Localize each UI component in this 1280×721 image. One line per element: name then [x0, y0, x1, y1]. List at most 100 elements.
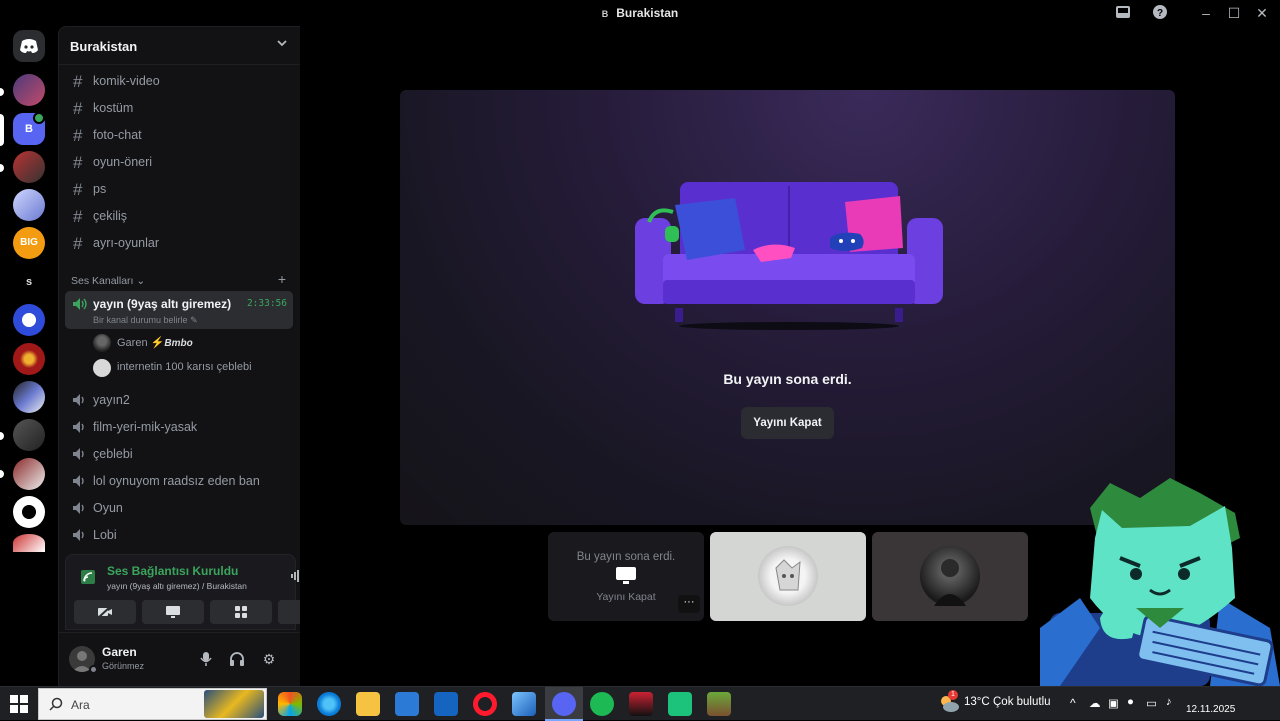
hashtag-icon: # — [73, 153, 83, 172]
opera-icon[interactable] — [473, 692, 497, 716]
channel-label: oyun-öneri — [93, 155, 153, 169]
server-icon[interactable] — [13, 419, 45, 451]
voice-channel-lobi[interactable]: Lobi — [65, 523, 293, 547]
network-icon[interactable]: ▭ — [1146, 696, 1157, 710]
server-icon[interactable] — [13, 74, 45, 106]
screen-share-icon — [614, 566, 638, 586]
speaker-icon — [73, 502, 84, 514]
active-channel-label: yayın (9yaş altı giremez) — [93, 297, 232, 311]
avatar — [758, 546, 818, 606]
server-icon[interactable] — [13, 496, 45, 528]
channel-komik-video[interactable]: # komik-video — [65, 69, 293, 93]
weather-description[interactable]: Çok bulutlu — [993, 696, 1051, 708]
server-icon[interactable] — [13, 381, 45, 413]
close-stream-button[interactable]: Yayını Kapat — [741, 407, 834, 439]
app-icon[interactable] — [512, 692, 536, 716]
more-options-button[interactable]: ··· — [678, 595, 700, 613]
server-icon-biggames[interactable]: BIG — [13, 227, 45, 259]
channel-label: Lobi — [93, 528, 117, 542]
valorant-icon[interactable] — [629, 692, 653, 716]
channel-oyun-oneri[interactable]: # oyun-öneri — [65, 150, 293, 174]
username[interactable]: Garen — [102, 645, 137, 659]
gear-icon[interactable]: ⚙ — [261, 651, 277, 667]
channel-cekilis[interactable]: # çekiliş — [65, 204, 293, 228]
voice-channel-lol[interactable]: lol oynuyom raadsız eden ban — [65, 469, 293, 493]
taskbar-date[interactable]: 12.11.2025 — [1186, 704, 1235, 715]
taskbar-search[interactable]: Ara — [38, 688, 267, 720]
onedrive-icon[interactable]: ☁ — [1089, 696, 1101, 710]
search-icon — [49, 697, 63, 716]
voice-status-subtitle[interactable]: yayın (9yaş altı giremez) / Burakistan — [107, 581, 247, 591]
voice-member[interactable]: Garen ⚡Bmbo — [93, 332, 293, 354]
microphone-icon[interactable] — [198, 651, 214, 667]
speaker-icon — [73, 298, 87, 310]
edge-icon[interactable] — [317, 692, 341, 716]
screen-share-button[interactable] — [142, 600, 204, 624]
stream-tile[interactable]: Bu yayın sona erdi. Yayını Kapat ··· — [548, 532, 704, 621]
server-icon[interactable] — [13, 458, 45, 490]
server-icon[interactable] — [13, 343, 45, 375]
microphone-icon[interactable]: ● — [1127, 696, 1134, 708]
store-icon[interactable] — [395, 692, 419, 716]
weather-temperature[interactable]: 13°C — [964, 696, 990, 708]
channel-label: ps — [93, 182, 107, 196]
server-header[interactable]: Burakistan — [59, 27, 300, 65]
app-icon[interactable] — [668, 692, 692, 716]
channel-ayri-oyunlar[interactable]: # ayrı-oyunlar — [65, 231, 293, 255]
member-tag: Bmbo — [164, 338, 193, 349]
channel-label: yayın2 — [93, 393, 130, 407]
active-voice-channel[interactable]: yayın (9yaş altı giremez) 2:33:56 Bir ka… — [65, 291, 293, 329]
add-channel-icon[interactable]: + — [278, 271, 286, 287]
voice-channel-yayin2[interactable]: yayın2 — [65, 388, 293, 412]
server-icon[interactable] — [13, 304, 45, 336]
file-explorer-icon[interactable] — [356, 692, 380, 716]
camera-off-button[interactable] — [74, 600, 136, 624]
mail-icon[interactable] — [434, 692, 458, 716]
chevron-down-icon — [276, 37, 288, 52]
server-icon[interactable] — [13, 534, 45, 552]
volume-icon[interactable]: ♪ — [1166, 696, 1172, 708]
windows-start-icon[interactable] — [10, 695, 28, 718]
channel-kostum[interactable]: # kostüm — [65, 96, 293, 120]
server-icon[interactable] — [13, 151, 45, 183]
voice-channel-ceblebi[interactable]: çeblebi — [65, 442, 293, 466]
avatar — [93, 359, 111, 377]
discord-taskbar-icon[interactable] — [552, 692, 576, 716]
channel-sidebar: Burakistan # komik-video # kostüm # foto-ch… — [58, 26, 340, 687]
minimize-icon[interactable]: – — [1197, 4, 1215, 22]
server-icon[interactable] — [13, 189, 45, 221]
close-icon[interactable]: ✕ — [1253, 4, 1271, 22]
channel-foto-chat[interactable]: # foto-chat — [65, 123, 293, 147]
channel-status-text: Bir kanal durumu belirle — [93, 315, 188, 325]
voice-channel-film-yeri[interactable]: film-yeri-mik-yasak — [65, 415, 293, 439]
channel-label: Oyun — [93, 501, 123, 515]
participant-tile[interactable] — [710, 532, 866, 621]
unread-pill — [0, 164, 4, 172]
category-label: Ses Kanalları — [71, 275, 134, 287]
voice-channel-oyun[interactable]: Oyun — [65, 496, 293, 520]
member-name: Garen ⚡Bmbo — [117, 336, 193, 349]
channel-ps[interactable]: # ps — [65, 177, 293, 201]
hashtag-icon: # — [73, 126, 83, 145]
activities-button[interactable] — [210, 600, 272, 624]
title-bar: B Burakistan ? – ☐ ✕ — [0, 0, 1280, 26]
help-icon[interactable]: ? — [1151, 4, 1169, 22]
channel-label: çekiliş — [93, 209, 128, 223]
voice-status-title[interactable]: Ses Bağlantısı Kuruldu — [107, 564, 238, 578]
discord-home-icon[interactable] — [13, 30, 45, 62]
inbox-icon[interactable] — [1114, 4, 1132, 22]
display-icon[interactable]: ▣ — [1108, 696, 1119, 710]
maximize-icon[interactable]: ☐ — [1225, 4, 1243, 22]
server-icon-s[interactable]: s — [13, 266, 45, 298]
participant-tile[interactable] — [872, 532, 1028, 621]
discord-window: B Burakistan ? – ☐ ✕ B BIG s Burakistan … — [0, 0, 1280, 687]
tile-ended-message: Bu yayın sona erdi. — [576, 551, 676, 563]
chevron-up-icon[interactable]: ^ — [1070, 696, 1076, 710]
headphones-icon[interactable] — [229, 651, 245, 667]
spotify-icon[interactable] — [590, 692, 614, 716]
copilot-icon[interactable] — [278, 692, 302, 716]
voice-category-header[interactable]: Ses Kanalları ⌄ — [71, 275, 145, 287]
minecraft-icon[interactable] — [707, 692, 731, 716]
voice-member[interactable]: internetin 100 karısı çeblebi — [93, 357, 293, 379]
channel-status[interactable]: Bir kanal durumu belirle ✎ — [93, 315, 198, 326]
